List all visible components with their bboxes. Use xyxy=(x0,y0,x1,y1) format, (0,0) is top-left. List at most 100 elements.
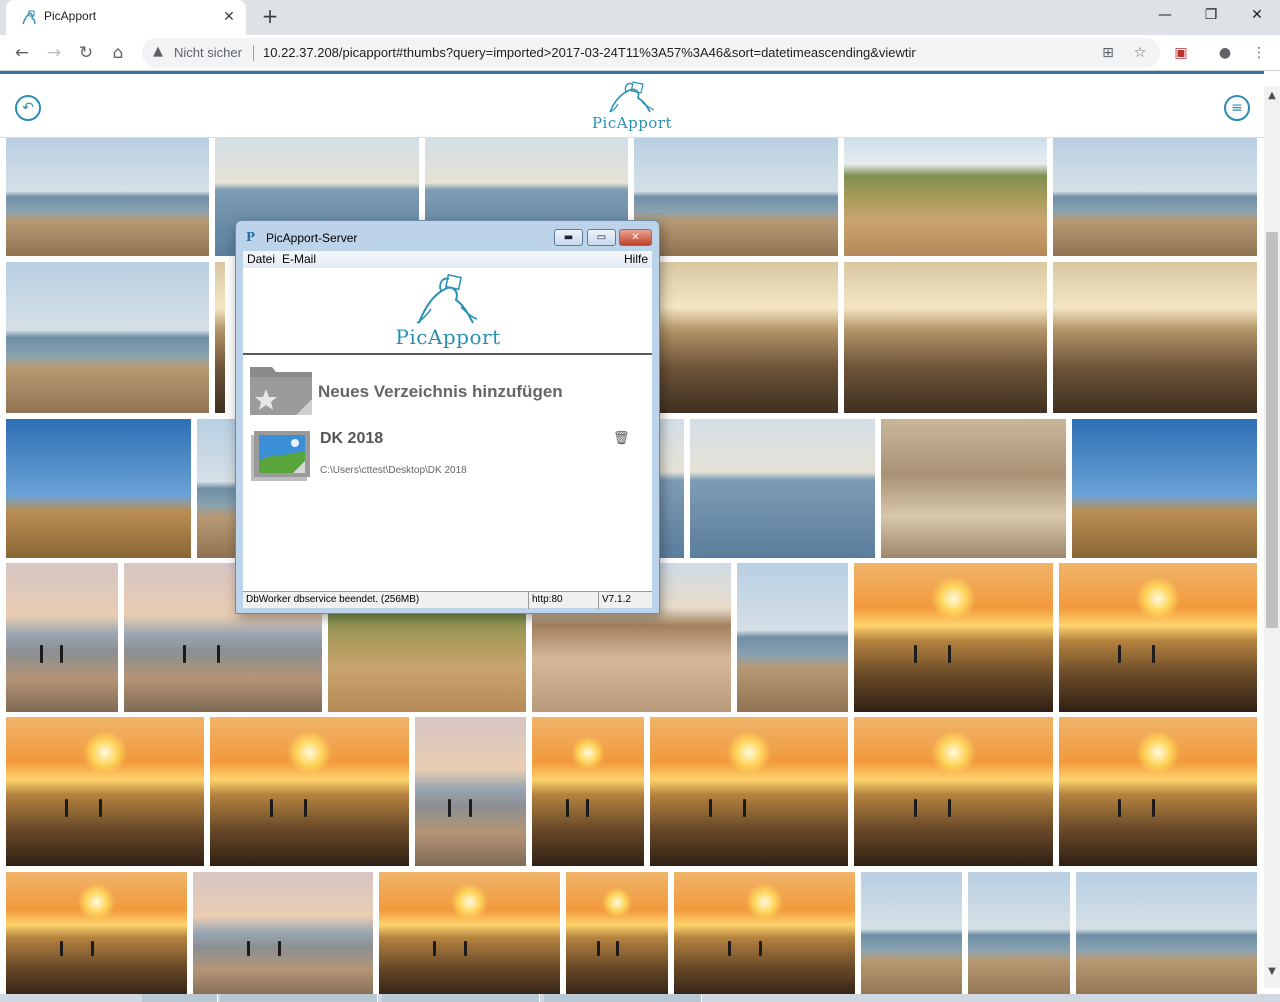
window-minimize-button[interactable]: — xyxy=(1150,4,1180,26)
sun-glow xyxy=(82,730,128,776)
trash-icon[interactable]: 🗑 xyxy=(613,431,630,447)
scroll-up-arrow-icon[interactable]: ▲ xyxy=(1264,88,1280,104)
sun-glow xyxy=(726,730,772,776)
add-directory-label[interactable]: Neues Verzeichnis hinzufügen xyxy=(318,382,563,402)
sun-glow xyxy=(745,883,784,922)
photo-thumbnail-sandcastle[interactable] xyxy=(1072,419,1257,558)
photo-thumbnail-sunset[interactable] xyxy=(854,563,1053,712)
photo-thumbnail-dunes[interactable] xyxy=(844,138,1047,256)
photo-thumbnail-shore[interactable] xyxy=(6,138,209,256)
menu-hilfe[interactable]: Hilfe xyxy=(624,252,648,266)
forward-arrow-icon[interactable]: → xyxy=(42,41,66,65)
translate-icon[interactable]: ⊞ xyxy=(1098,43,1118,63)
photo-thumbnail-sandcastle[interactable] xyxy=(6,419,191,558)
taskbar-item[interactable] xyxy=(142,994,218,1002)
photo-thumbnail-stone[interactable] xyxy=(215,262,225,413)
dialog-maximize-button[interactable]: ▭ xyxy=(587,229,616,246)
picapport-horse-logo-icon xyxy=(609,81,655,113)
photo-thumbnail-sunset[interactable] xyxy=(379,872,560,998)
reload-icon[interactable]: ↻ xyxy=(74,41,98,65)
address-bar[interactable]: ▲ Nicht sicher 10.22.37.208/picapport#th… xyxy=(142,38,1160,68)
person-silhouette xyxy=(99,798,103,817)
dialog-close-button[interactable]: ✕ xyxy=(619,229,652,246)
chrome-menu-icon[interactable]: ⋮ xyxy=(1248,42,1270,64)
person-silhouette xyxy=(947,798,951,817)
photo-thumbnail-shore[interactable] xyxy=(1053,138,1257,256)
photo-thumbnail-sand[interactable] xyxy=(881,419,1066,558)
add-folder-icon[interactable] xyxy=(248,359,314,417)
menu-email[interactable]: E-Mail xyxy=(282,252,316,266)
photo-thumbnail-stone[interactable] xyxy=(660,262,838,413)
photo-thumbnail-stone[interactable] xyxy=(844,262,1047,413)
photo-thumbnail-shore[interactable] xyxy=(6,262,209,413)
person-silhouette xyxy=(433,941,437,957)
person-silhouette xyxy=(743,798,747,817)
sun-glow xyxy=(1135,576,1181,622)
security-indicator[interactable]: Nicht sicher xyxy=(174,45,242,60)
photo-thumbnail-sunset[interactable] xyxy=(1059,563,1257,712)
menu-datei[interactable]: Datei xyxy=(247,252,275,266)
directory-name: DK 2018 xyxy=(320,430,384,447)
taskbar-item[interactable] xyxy=(220,994,378,1002)
profile-avatar-icon[interactable]: ● xyxy=(1214,42,1236,64)
photo-thumbnail-shore[interactable] xyxy=(861,872,962,998)
person-silhouette xyxy=(65,798,69,817)
person-silhouette xyxy=(60,941,64,957)
dialog-statusbar: DbWorker dbservice beendet. (256MB) http… xyxy=(243,591,652,609)
sun-glow xyxy=(931,730,976,776)
dialog-divider xyxy=(243,353,652,355)
sun-glow xyxy=(450,883,489,922)
dialog-menubar: Datei E-Mail Hilfe xyxy=(243,251,652,268)
scroll-down-arrow-icon[interactable]: ▼ xyxy=(1264,964,1280,980)
person-silhouette xyxy=(278,941,281,957)
photo-thumbnail-sunset[interactable] xyxy=(566,872,668,998)
photo-thumbnail-sunset[interactable] xyxy=(1059,717,1257,866)
picapport-server-window: P PicApport-Server ▬ ▭ ✕ Datei E-Mail Hi… xyxy=(235,220,660,614)
photo-thumbnail-shore[interactable] xyxy=(634,138,838,256)
person-silhouette xyxy=(60,644,64,663)
photo-thumbnail-sunset[interactable] xyxy=(650,717,848,866)
photo-thumbnail-sunset[interactable] xyxy=(854,717,1053,866)
photo-thumbnail-sea[interactable] xyxy=(660,419,684,558)
photo-thumbnail-dusk[interactable] xyxy=(193,872,373,998)
back-arrow-icon[interactable]: ← xyxy=(10,41,34,65)
photo-thumbnail-shore[interactable] xyxy=(968,872,1070,998)
sun-glow xyxy=(287,730,332,776)
bookmark-star-icon[interactable]: ☆ xyxy=(1130,43,1150,63)
logo-wordmark: PicApport xyxy=(591,114,673,132)
scrollbar-thumb[interactable] xyxy=(1266,232,1278,628)
status-version: V7.1.2 xyxy=(602,594,631,605)
photo-thumbnail-dusk[interactable] xyxy=(6,563,118,712)
taskbar-item[interactable] xyxy=(382,994,540,1002)
browser-tab[interactable]: PicApport ✕ xyxy=(6,0,246,35)
dialog-logo-wordmark: PicApport xyxy=(395,325,501,349)
person-silhouette xyxy=(91,941,95,957)
window-restore-button[interactable]: ❐ xyxy=(1196,4,1226,26)
photo-thumbnail-sunset[interactable] xyxy=(674,872,855,998)
photo-thumbnail-sea[interactable] xyxy=(690,419,875,558)
photo-thumbnail-shore[interactable] xyxy=(1076,872,1257,998)
undo-icon[interactable]: ↶ xyxy=(15,95,41,121)
new-tab-button[interactable]: + xyxy=(258,5,282,29)
dialog-minimize-button[interactable]: ▬ xyxy=(554,229,583,246)
tab-close-icon[interactable]: ✕ xyxy=(220,8,238,26)
picapport-logo[interactable]: PicApport xyxy=(580,80,684,132)
photo-thumbnail-shore[interactable] xyxy=(737,563,848,712)
photo-thumbnail-shore[interactable] xyxy=(197,419,237,558)
person-silhouette xyxy=(596,941,600,957)
photo-thumbnail-dusk[interactable] xyxy=(415,717,526,866)
photo-thumbnail-sunset[interactable] xyxy=(532,717,644,866)
taskbar-item[interactable] xyxy=(544,994,702,1002)
pdf-extension-icon[interactable]: ▣ xyxy=(1170,42,1192,64)
photo-thumbnail-sunset[interactable] xyxy=(6,872,187,998)
window-close-button[interactable]: ✕ xyxy=(1242,4,1272,26)
home-icon[interactable]: ⌂ xyxy=(106,41,130,65)
person-silhouette xyxy=(247,941,250,957)
hamburger-menu-icon[interactable]: ≡ xyxy=(1224,95,1250,121)
photo-thumbnail-sunset[interactable] xyxy=(210,717,409,866)
photo-thumbnail-sunset[interactable] xyxy=(6,717,204,866)
photo-thumbnail-stone[interactable] xyxy=(1053,262,1257,413)
url-text[interactable]: 10.22.37.208/picapport#thumbs?query=impo… xyxy=(263,45,973,60)
status-message: DbWorker dbservice beendet. (256MB) xyxy=(243,592,529,609)
sun-glow xyxy=(77,883,116,922)
